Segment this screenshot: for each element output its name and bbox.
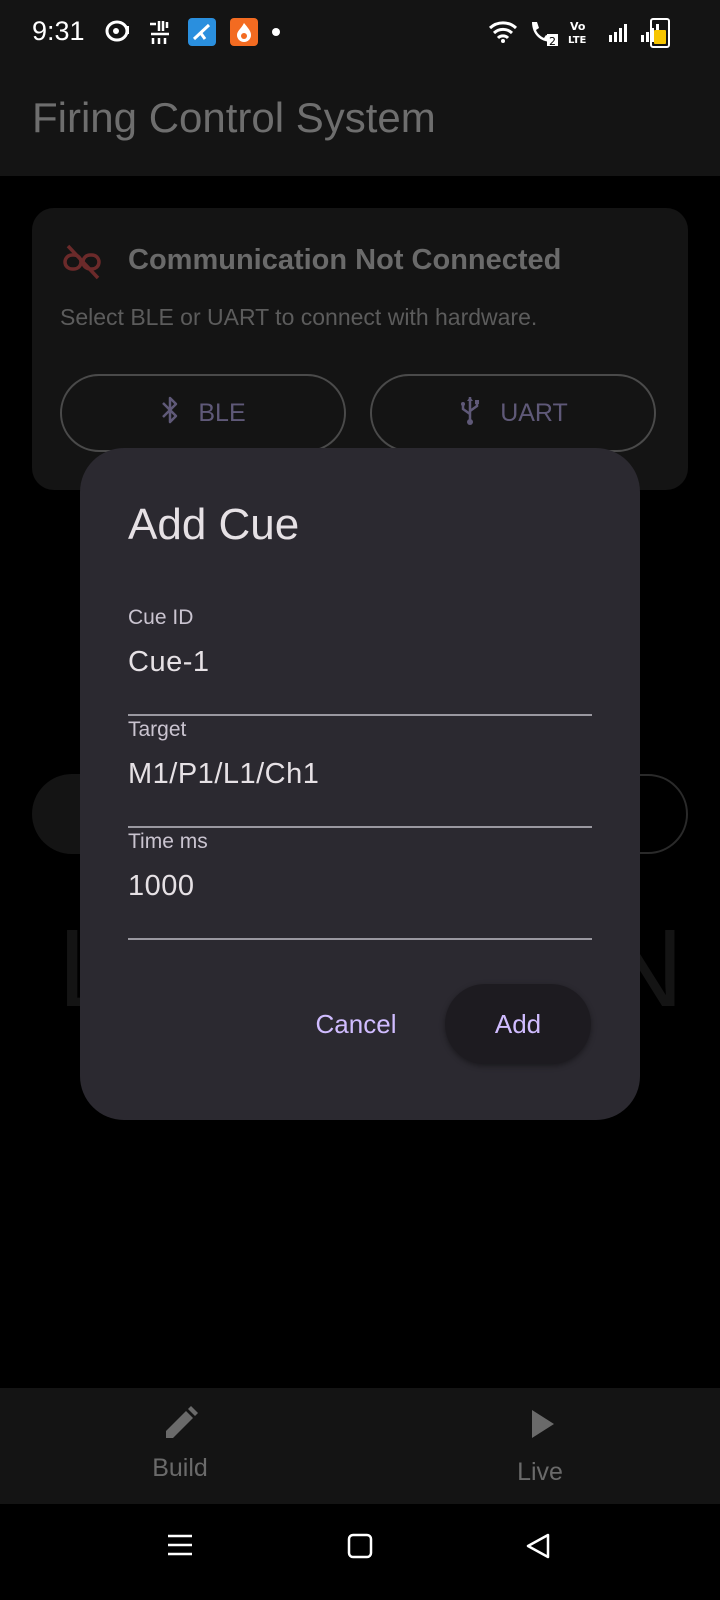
target-field[interactable]: Target M1/P1/L1/Ch1 — [128, 718, 592, 828]
dialog-title: Add Cue — [128, 500, 300, 549]
add-button[interactable]: Add — [445, 984, 591, 1064]
cancel-button[interactable]: Cancel — [292, 984, 420, 1064]
add-cue-dialog: Add Cue Cue ID Cue-1 Target M1/P1/L1/Ch1… — [80, 448, 640, 1120]
play-icon — [520, 1404, 560, 1449]
recents-menu-icon[interactable] — [166, 1532, 194, 1563]
target-label: Target — [128, 718, 187, 741]
home-square-icon[interactable] — [346, 1532, 374, 1565]
nav-item-live[interactable]: Live — [440, 1388, 640, 1504]
back-triangle-icon[interactable] — [524, 1532, 552, 1565]
time-ms-label: Time ms — [128, 830, 208, 853]
target-input[interactable]: M1/P1/L1/Ch1 — [128, 758, 319, 791]
nav-label-live: Live — [517, 1458, 563, 1486]
cue-id-label: Cue ID — [128, 606, 194, 629]
nav-item-build[interactable]: Build — [80, 1388, 280, 1504]
time-ms-input[interactable]: 1000 — [128, 870, 195, 903]
system-navigation-bar — [0, 1504, 720, 1600]
nav-label-build: Build — [152, 1454, 208, 1482]
bottom-navigation: Build Live — [0, 1388, 720, 1504]
cue-id-input[interactable]: Cue-1 — [128, 646, 210, 679]
cue-id-field[interactable]: Cue ID Cue-1 — [128, 606, 592, 716]
time-ms-field[interactable]: Time ms 1000 — [128, 830, 592, 940]
pencil-icon — [160, 1404, 200, 1449]
